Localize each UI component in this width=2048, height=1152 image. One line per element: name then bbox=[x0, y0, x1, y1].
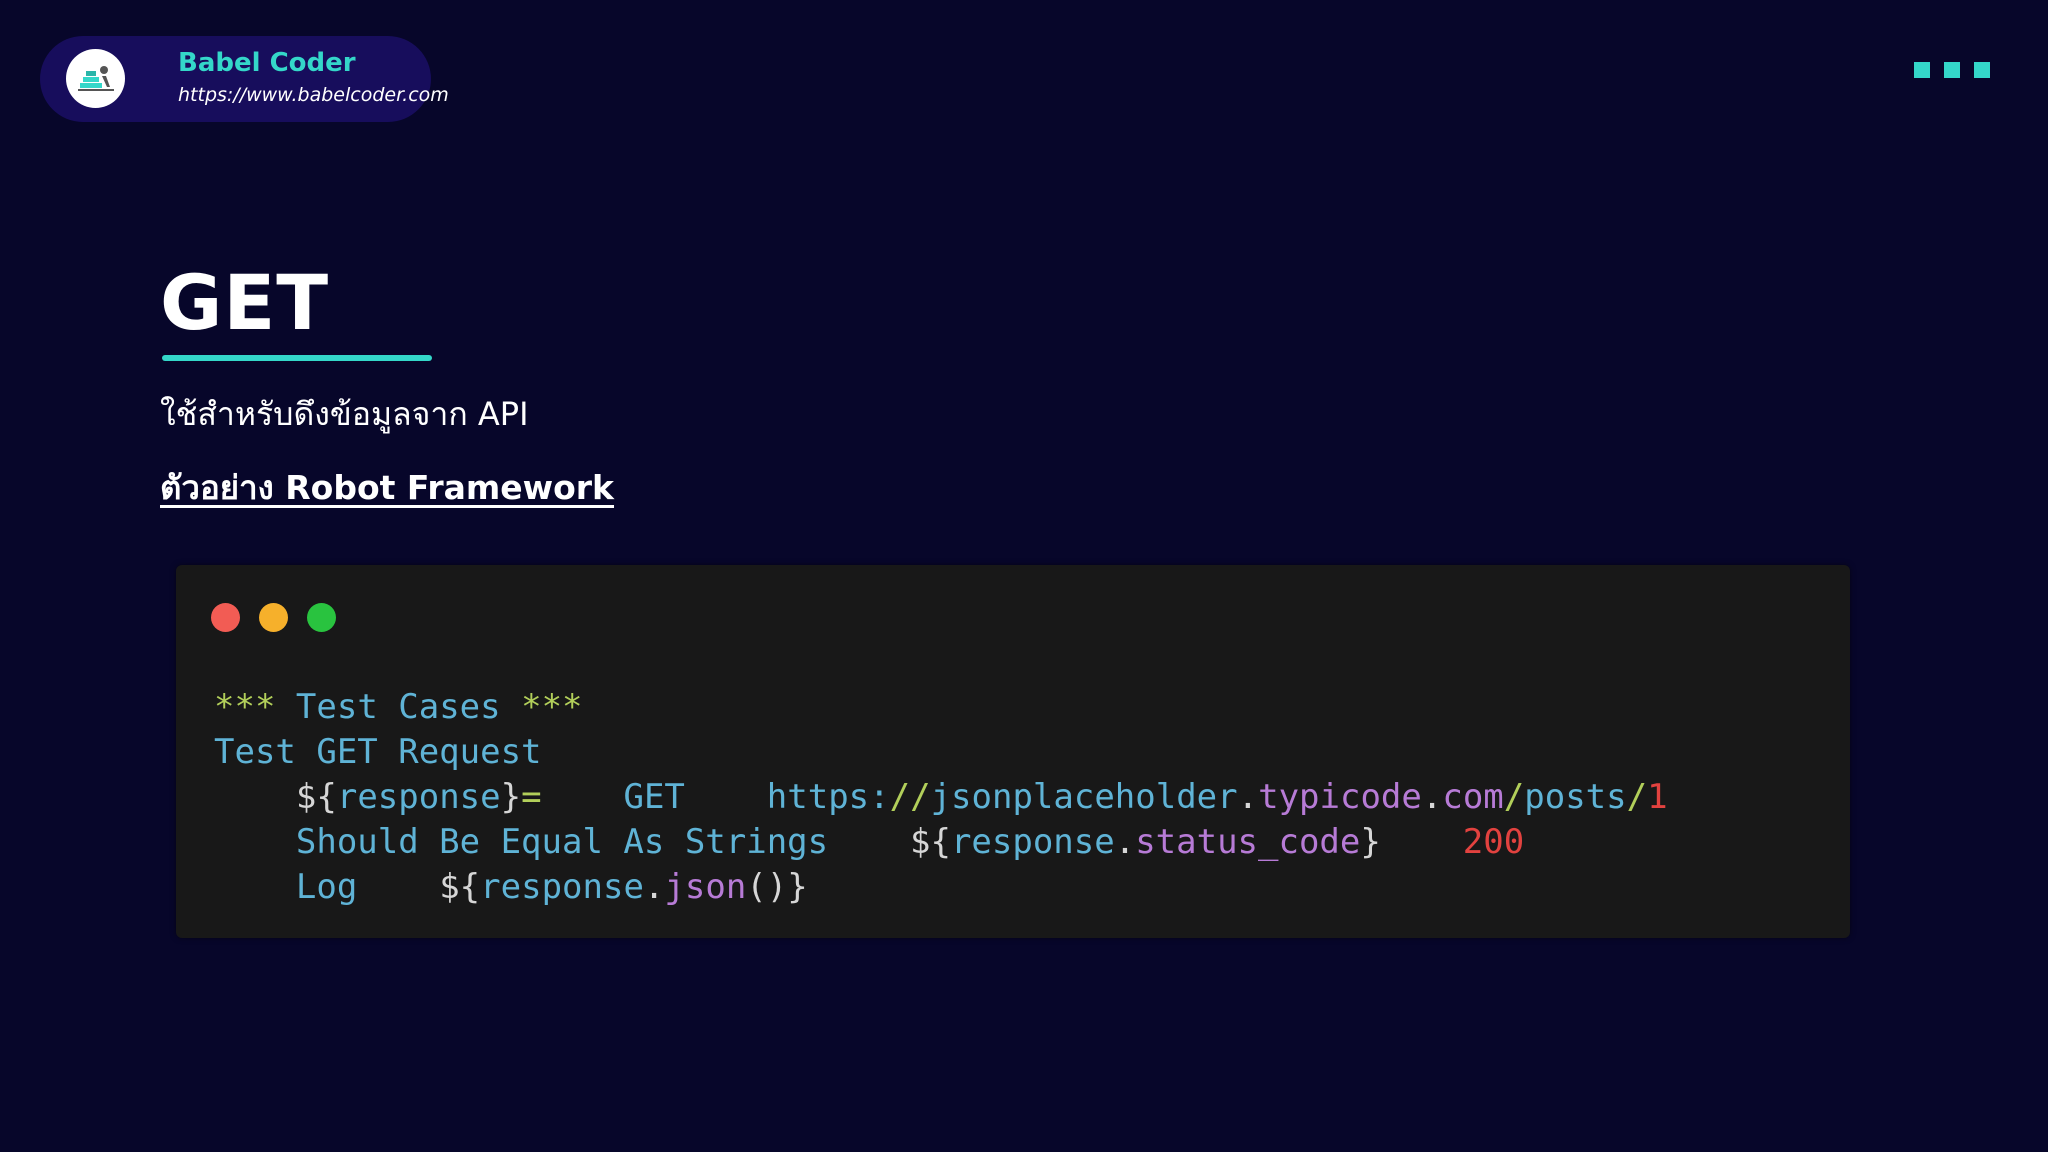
code-token: status_code bbox=[1135, 822, 1361, 862]
code-token: response bbox=[336, 777, 501, 817]
code-token: . bbox=[1421, 777, 1443, 817]
code-line: Log ${response.json()} bbox=[214, 865, 1668, 910]
code-token: json bbox=[664, 867, 747, 907]
example-label: ตัวอย่าง Robot Framework bbox=[160, 468, 615, 507]
code-token: Should Be Equal As Strings bbox=[295, 822, 829, 862]
code-token: ${ bbox=[910, 822, 951, 862]
code-window: *** Test Cases *** Test GET Request ${res… bbox=[176, 565, 1850, 938]
code-token: response bbox=[950, 822, 1115, 862]
code-token: posts bbox=[1524, 777, 1627, 817]
code-token: / bbox=[1503, 777, 1525, 817]
code-token: 1 bbox=[1647, 777, 1668, 817]
code-token: *** bbox=[521, 687, 583, 727]
code-block: *** Test Cases *** Test GET Request ${res… bbox=[214, 685, 1668, 910]
code-line: Test GET Request bbox=[214, 730, 1668, 775]
code-token: } bbox=[500, 777, 522, 817]
code-token: / bbox=[1626, 777, 1648, 817]
title-underline bbox=[162, 355, 432, 361]
babel-coder-logo-icon bbox=[66, 49, 125, 108]
maximize-dot-icon bbox=[307, 603, 336, 632]
brand-name: Babel Coder bbox=[178, 48, 356, 78]
code-token: Log bbox=[295, 867, 358, 907]
code-token: ${ bbox=[439, 867, 481, 907]
brand-url[interactable]: https://www.babelcoder.com bbox=[178, 84, 449, 106]
code-token: response bbox=[480, 867, 644, 907]
minimize-dot-icon bbox=[259, 603, 288, 632]
code-token: typicode bbox=[1258, 777, 1422, 817]
code-token: = bbox=[521, 777, 542, 817]
code-token: ${ bbox=[295, 777, 337, 817]
code-line: ${response}= GET https://jsonplaceholder… bbox=[214, 775, 1668, 820]
slide-subtitle: ใช้สำหรับดึงข้อมูลจาก API bbox=[160, 395, 529, 433]
code-token: 200 bbox=[1462, 822, 1525, 862]
code-token: . bbox=[643, 867, 665, 907]
code-token: GET bbox=[623, 777, 685, 817]
code-token: } bbox=[787, 867, 808, 907]
code-token: com bbox=[1442, 777, 1504, 817]
three-squares-icon bbox=[1914, 62, 1990, 78]
code-token: https: bbox=[766, 777, 890, 817]
code-token: () bbox=[746, 867, 788, 907]
page-title: GET bbox=[160, 258, 330, 347]
brand-badge[interactable]: Babel Coder https://www.babelcoder.com bbox=[40, 36, 449, 122]
code-token: . bbox=[1237, 777, 1259, 817]
code-token: *** bbox=[214, 687, 276, 727]
code-token: jsonplaceholder bbox=[930, 777, 1238, 817]
code-line: *** Test Cases *** bbox=[214, 685, 1668, 730]
code-token: Test Cases bbox=[295, 687, 501, 727]
close-dot-icon bbox=[211, 603, 240, 632]
code-token: Test GET Request bbox=[214, 732, 542, 772]
code-token: // bbox=[889, 777, 931, 817]
code-token: } bbox=[1360, 822, 1381, 862]
code-line: Should Be Equal As Strings ${response.st… bbox=[214, 820, 1668, 865]
code-token: . bbox=[1114, 822, 1136, 862]
